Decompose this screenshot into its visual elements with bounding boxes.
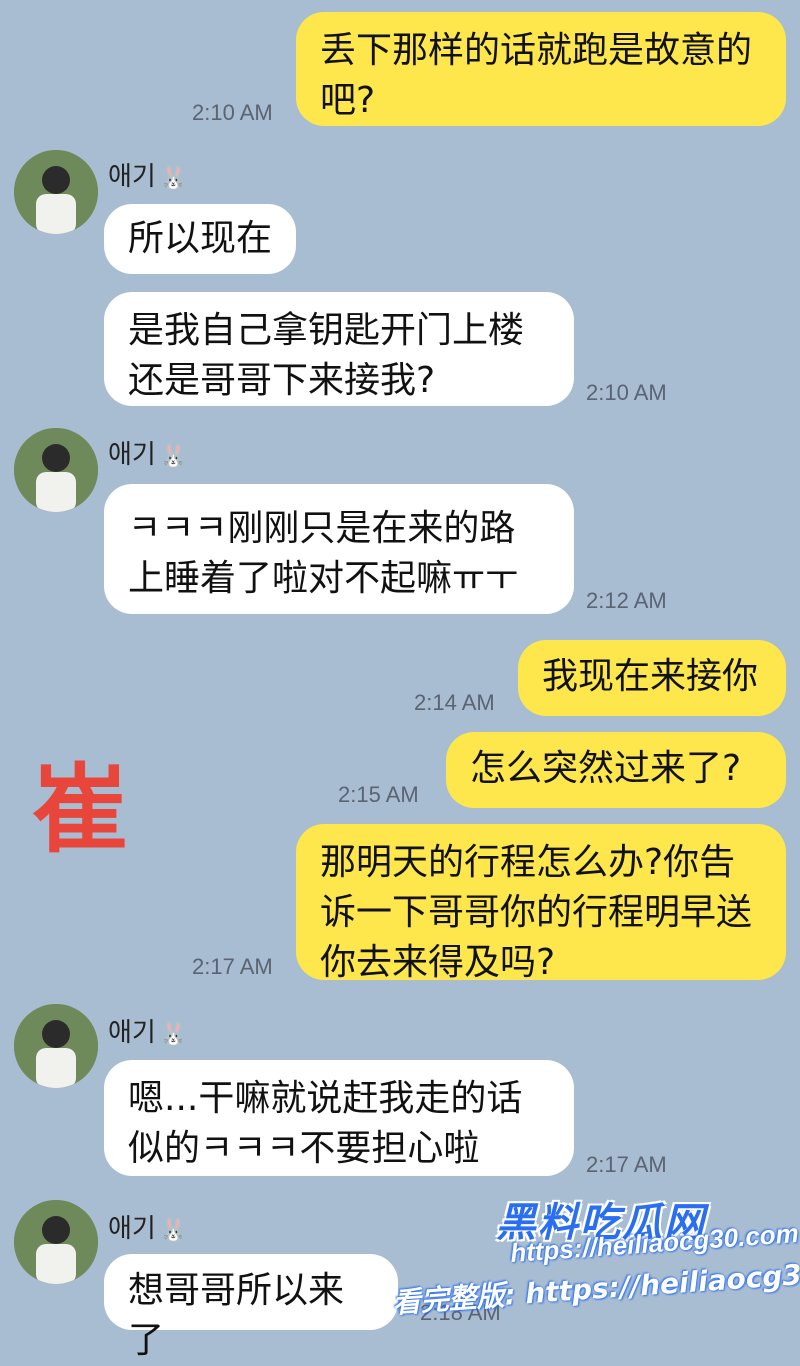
message-time: 2:15 AM — [338, 782, 419, 807]
message-bubble-sent[interactable]: 怎么突然过来了? — [446, 732, 786, 808]
message-time: 2:14 AM — [414, 690, 495, 715]
message-text: 丢下那样的话就跑是故意的吧? — [320, 30, 753, 121]
message-bubble-sent[interactable]: 那明天的行程怎么办?你告诉一下哥哥你的行程明早送你去来得及吗? — [296, 824, 786, 983]
sender-name: 애기 🐰 — [108, 440, 188, 470]
sender-name: 애기 🐰 — [108, 1214, 188, 1244]
message-text: 嗯...干嘛就说赶我走的话似的ㅋㅋㅋ不要担心啦 — [128, 1078, 523, 1169]
stamp-character: 崔 — [32, 754, 128, 866]
message-bubble-received[interactable]: 所以现在 — [104, 204, 296, 274]
message-time: 2:12 AM — [586, 588, 667, 613]
message-time: 2:10 AM — [192, 100, 273, 125]
message-bubble-received[interactable]: 嗯...干嘛就说赶我走的话似的ㅋㅋㅋ不要担心啦 — [104, 1060, 574, 1176]
avatar[interactable] — [14, 150, 98, 234]
message-text: 想哥哥所以来了 — [128, 1270, 345, 1361]
message-bubble-received[interactable]: ㅋㅋㅋ刚刚只是在来的路上睡着了啦对不起嘛ㅠㅜ — [104, 484, 574, 614]
sender-name: 애기 🐰 — [108, 162, 188, 192]
avatar[interactable] — [14, 428, 98, 512]
message-text: 是我自己拿钥匙开门上楼还是哥哥下来接我? — [128, 310, 525, 401]
message-text: 所以现在 — [128, 218, 273, 259]
message-bubble-sent[interactable]: 丢下那样的话就跑是故意的吧? — [296, 12, 786, 126]
message-time: 2:17 AM — [192, 954, 273, 979]
bunny-icon: 🐰 — [159, 444, 188, 469]
message-bubble-received[interactable]: 想哥哥所以来了 — [104, 1254, 398, 1361]
sender-name: 애기 🐰 — [108, 1018, 188, 1048]
message-text: ㅋㅋㅋ刚刚只是在来的路上睡着了啦对不起嘛ㅠㅜ — [128, 508, 519, 599]
bunny-icon: 🐰 — [159, 1022, 188, 1047]
avatar[interactable] — [14, 1200, 98, 1284]
bunny-icon: 🐰 — [159, 1218, 188, 1243]
message-bubble-sent[interactable]: 我现在来接你 — [518, 640, 786, 716]
message-text: 我现在来接你 — [542, 656, 759, 697]
message-text: 那明天的行程怎么办?你告诉一下哥哥你的行程明早送你去来得及吗? — [320, 842, 753, 983]
bunny-icon: 🐰 — [159, 166, 188, 191]
message-time: 2:10 AM — [586, 380, 667, 405]
message-text: 怎么突然过来了? — [470, 748, 742, 789]
message-time: 2:17 AM — [586, 1152, 667, 1177]
message-bubble-received[interactable]: 是我自己拿钥匙开门上楼还是哥哥下来接我? — [104, 292, 574, 406]
avatar[interactable] — [14, 1004, 98, 1088]
